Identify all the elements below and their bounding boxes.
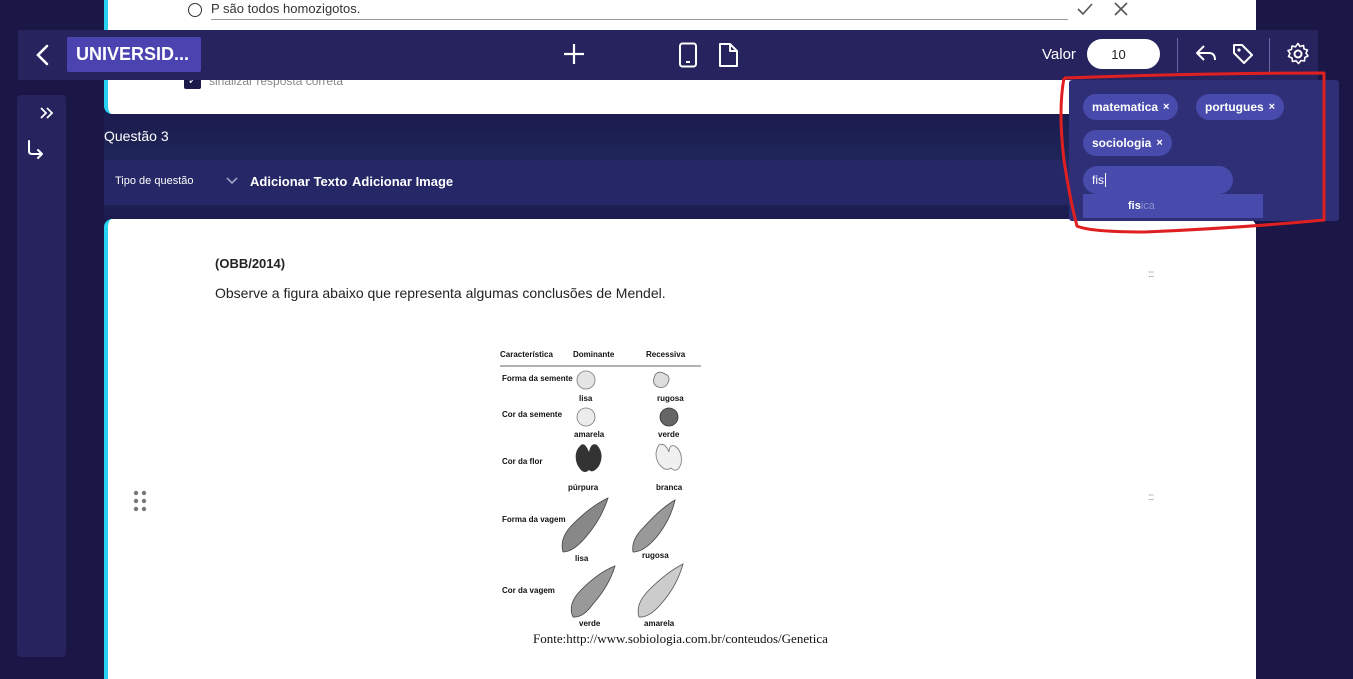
remove-tag-icon[interactable]: × bbox=[1163, 101, 1169, 113]
tag-label: portugues bbox=[1205, 100, 1264, 114]
suggestion-rest: ica bbox=[1140, 200, 1155, 212]
tag-chip[interactable]: sociologia × bbox=[1083, 130, 1172, 156]
left-sidebar bbox=[17, 95, 66, 657]
figure-characteristic: Cor da vagem bbox=[502, 586, 555, 595]
figure-header: Recessiva bbox=[646, 350, 686, 359]
answer-radio[interactable] bbox=[188, 3, 202, 17]
add-icon[interactable] bbox=[562, 42, 586, 71]
figure-characteristic: Forma da vagem bbox=[502, 515, 566, 524]
question-card: (OBB/2014) Observe a figura abaixo que r… bbox=[104, 219, 1256, 679]
figure-header: Característica bbox=[500, 350, 553, 359]
add-image-button[interactable]: Adicionar Image bbox=[352, 174, 453, 189]
option-actions bbox=[1076, 0, 1130, 23]
tag-label: matematica bbox=[1092, 100, 1159, 114]
question-type-label[interactable]: Tipo de questão bbox=[115, 175, 193, 187]
more-icon[interactable]: ::: bbox=[1148, 269, 1154, 280]
figure-dominant: lisa bbox=[575, 554, 589, 563]
figure-dominant: amarela bbox=[574, 430, 605, 439]
figure-recessive: amarela bbox=[644, 619, 675, 628]
back-icon[interactable] bbox=[32, 42, 54, 68]
suggestion-match: fis bbox=[1128, 200, 1141, 212]
tags-dropdown: matematica × portugues × sociologia × fi… bbox=[1069, 80, 1339, 221]
valor-input[interactable]: 10 bbox=[1087, 39, 1160, 69]
toolbar-divider bbox=[1177, 38, 1178, 72]
tag-icon[interactable] bbox=[1231, 42, 1255, 71]
remove-tag-icon[interactable]: × bbox=[1156, 137, 1162, 149]
figure-recessive: verde bbox=[658, 430, 680, 439]
tag-suggestion[interactable]: fis ica bbox=[1083, 194, 1263, 218]
drag-handle-icon[interactable] bbox=[132, 490, 148, 512]
answer-option: P são todos homozigotos. bbox=[188, 0, 1068, 20]
question-stem[interactable]: Observe a figura abaixo que representa a… bbox=[215, 285, 666, 301]
reply-icon[interactable] bbox=[1194, 43, 1218, 70]
document-icon[interactable] bbox=[717, 42, 739, 73]
figure-recessive: rugosa bbox=[642, 551, 669, 560]
question-toolbar: Tipo de questão Adicionar Texto Adiciona… bbox=[104, 160, 1094, 205]
figure-dominant: púrpura bbox=[568, 483, 599, 492]
more-icon[interactable]: ::: bbox=[1148, 492, 1154, 503]
tag-chip[interactable]: matematica × bbox=[1083, 94, 1179, 120]
course-title[interactable]: UNIVERSID... bbox=[67, 37, 201, 72]
figure-characteristic: Cor da flor bbox=[502, 457, 542, 466]
valor-label: Valor bbox=[1042, 46, 1076, 63]
add-text-button[interactable]: Adicionar Texto bbox=[250, 174, 347, 189]
check-icon[interactable] bbox=[1076, 0, 1094, 23]
subdirectory-arrow-icon[interactable] bbox=[25, 139, 47, 166]
expand-icon[interactable] bbox=[38, 104, 56, 127]
mendel-figure[interactable]: Característica Dominante Recessiva Forma… bbox=[493, 342, 708, 632]
figure-dominant: lisa bbox=[579, 394, 593, 403]
figure-dominant: verde bbox=[579, 619, 601, 628]
tag-label: sociologia bbox=[1092, 136, 1152, 150]
chevron-down-icon[interactable] bbox=[226, 173, 238, 189]
tag-input-value: fis bbox=[1092, 173, 1104, 187]
figure-recessive: rugosa bbox=[657, 394, 684, 403]
text-caret bbox=[1105, 173, 1106, 187]
gear-icon[interactable] bbox=[1286, 42, 1310, 71]
figure-characteristic: Forma da semente bbox=[502, 374, 573, 383]
question-source: (OBB/2014) bbox=[215, 256, 286, 271]
question-title: Questão 3 bbox=[104, 128, 169, 144]
figure-caption: Fonte:http://www.sobiologia.com.br/conte… bbox=[533, 631, 828, 646]
close-icon[interactable] bbox=[1112, 0, 1130, 23]
remove-tag-icon[interactable]: × bbox=[1269, 101, 1275, 113]
top-toolbar: UNIVERSID... Valor 10 bbox=[18, 30, 1318, 80]
figure-header: Dominante bbox=[573, 350, 615, 359]
answer-option-text[interactable]: P são todos homozigotos. bbox=[211, 1, 1068, 20]
tag-input[interactable]: fis bbox=[1083, 166, 1233, 194]
figure-recessive: branca bbox=[656, 483, 683, 492]
mobile-preview-icon[interactable] bbox=[678, 42, 698, 73]
tag-chip[interactable]: portugues × bbox=[1196, 94, 1285, 120]
figure-characteristic: Cor da semente bbox=[502, 410, 563, 419]
toolbar-divider bbox=[1269, 38, 1270, 72]
